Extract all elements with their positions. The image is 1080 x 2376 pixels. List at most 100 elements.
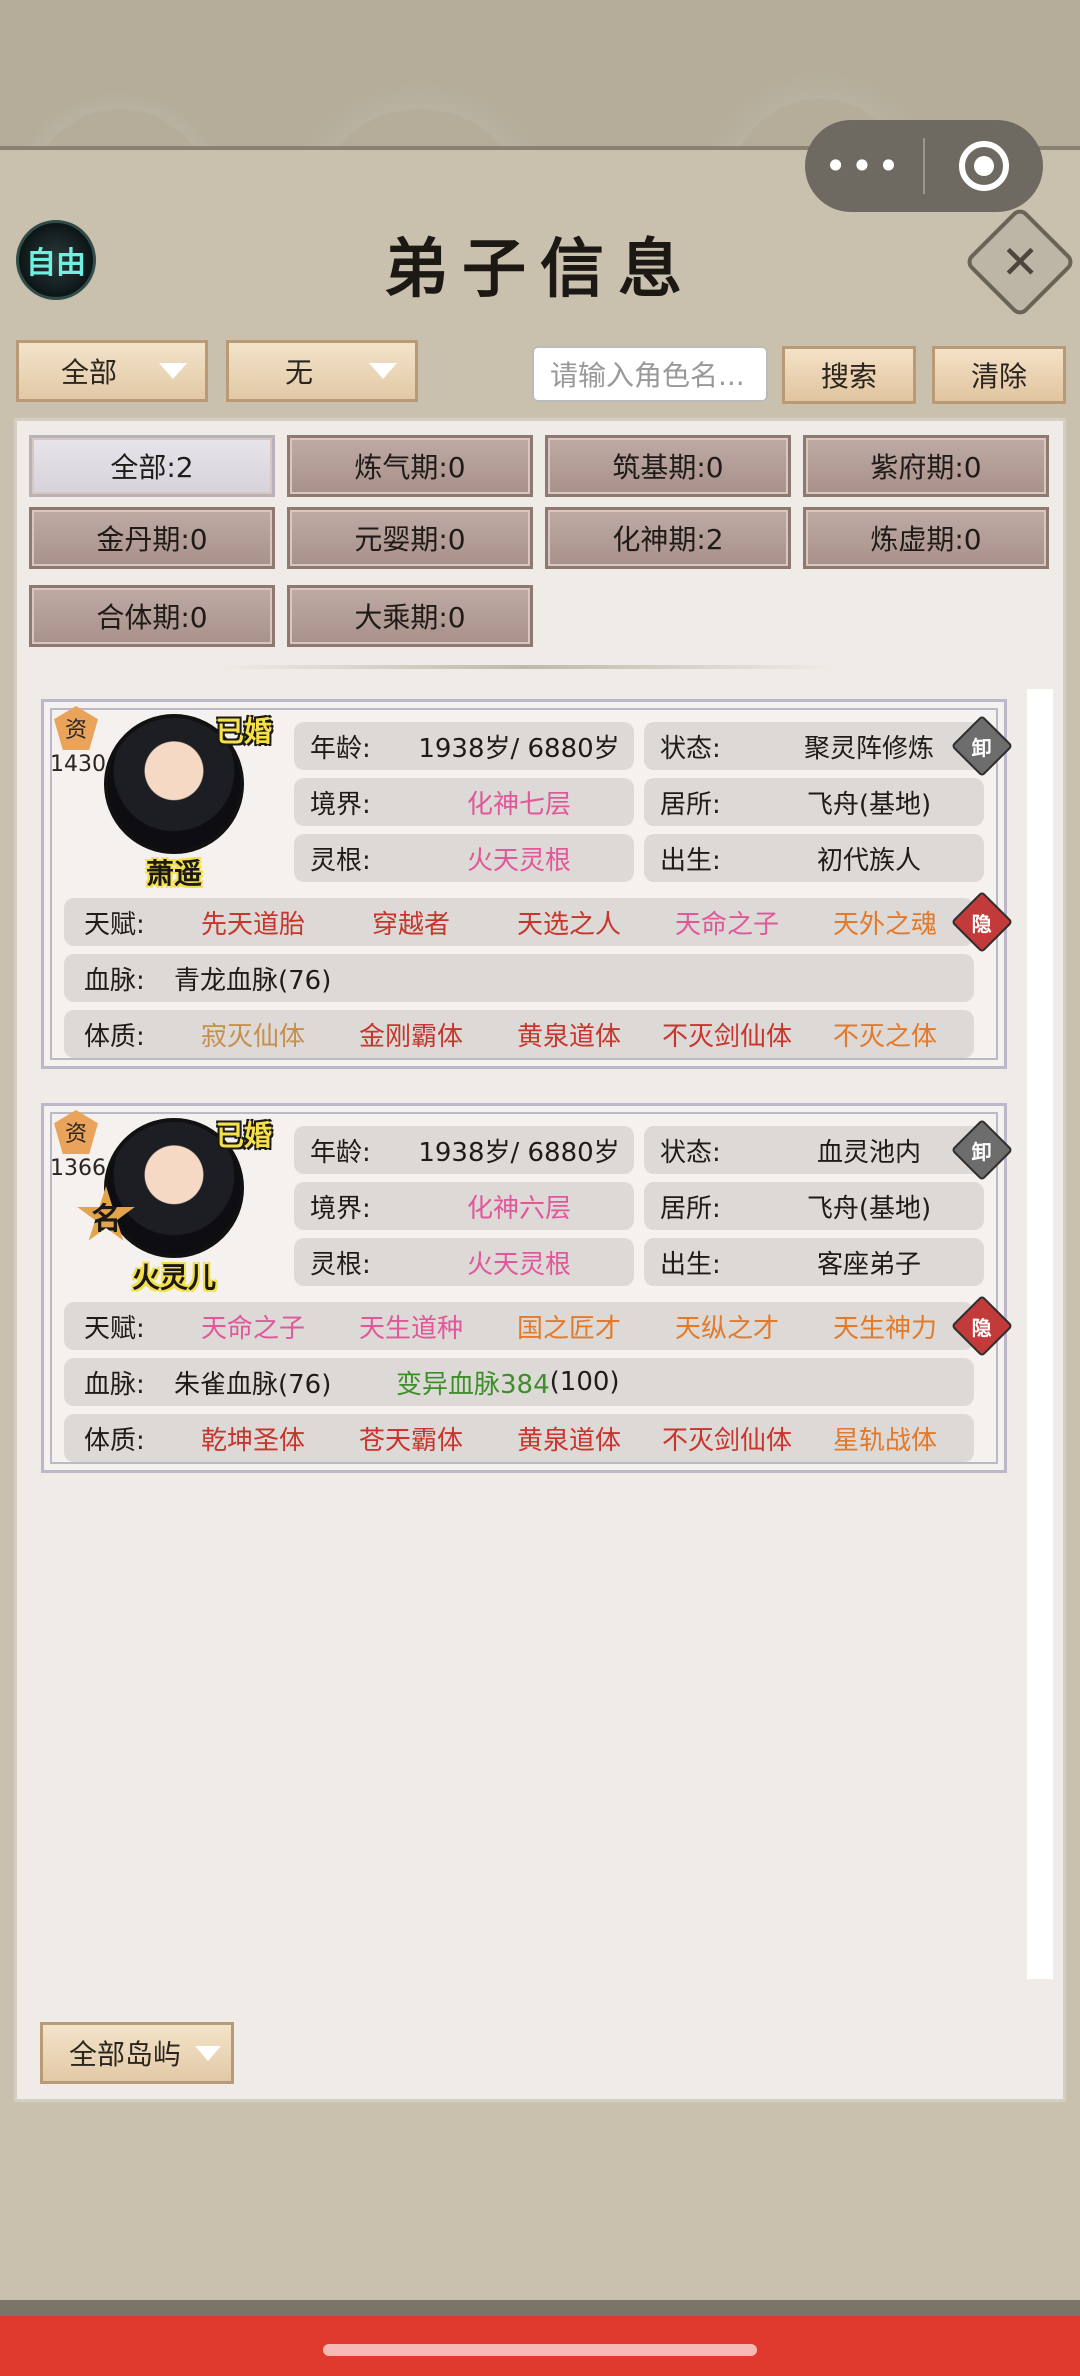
disciple-card[interactable]: 资 1366 名 已婚 火灵儿 年龄: 1938岁/ 6880岁 状态: 血灵池内 … bbox=[41, 1103, 1014, 1473]
chevron-down-icon bbox=[369, 363, 397, 379]
talent-item: 天生道种 bbox=[358, 1313, 463, 1344]
freedom-label: 自由 bbox=[26, 246, 86, 281]
home-indicator[interactable] bbox=[323, 2344, 757, 2356]
spirit-root-value: 火天灵根 bbox=[466, 1249, 571, 1280]
section-divider bbox=[217, 665, 837, 669]
page-title: 弟子信息 bbox=[384, 232, 696, 307]
physique-item: 不灭剑仙体 bbox=[661, 1021, 792, 1052]
realm-filter-all[interactable]: 全部:2 bbox=[29, 435, 275, 497]
disciple-name: 萧遥 bbox=[145, 857, 202, 890]
physique-row: 体质: 寂灭仙体 金刚霸体 黄泉道体 不灭剑仙体 不灭之体 bbox=[64, 1010, 974, 1058]
unload-icon: 卸 bbox=[972, 735, 992, 760]
realm-value: 化神六层 bbox=[466, 1193, 571, 1224]
realm-filter-mahayana[interactable]: 大乘期:0 bbox=[287, 585, 533, 647]
spirit-root-field: 灵根: 火天灵根 bbox=[294, 1238, 634, 1286]
realm-field: 境界: 化神六层 bbox=[294, 1182, 634, 1230]
physique-item: 不灭剑仙体 bbox=[661, 1425, 792, 1456]
age-field: 年龄: 1938岁/ 6880岁 bbox=[294, 1126, 634, 1174]
state-field: 状态: 血灵池内 bbox=[644, 1126, 984, 1174]
search-input[interactable]: 请输入角色名... bbox=[532, 346, 768, 402]
talent-item: 穿越者 bbox=[371, 909, 450, 940]
more-options-button[interactable]: ••• bbox=[805, 120, 923, 212]
mutant-bloodline-level: (100) bbox=[549, 1367, 620, 1397]
hide-icon: 隐 bbox=[972, 1315, 992, 1340]
residence-field: 居所: 飞舟(基地) bbox=[644, 778, 984, 826]
physique-item: 不灭之体 bbox=[832, 1021, 937, 1052]
talent-item: 天命之子 bbox=[200, 1313, 305, 1344]
age-value: 1938岁/ 6880岁 bbox=[418, 733, 620, 764]
category-dropdown-label: 全部 bbox=[60, 356, 117, 389]
unload-icon: 卸 bbox=[972, 1139, 992, 1164]
physique-item: 苍天霸体 bbox=[358, 1425, 463, 1456]
state-value: 聚灵阵修炼 bbox=[803, 733, 934, 764]
spirit-root-field: 灵根: 火天灵根 bbox=[294, 834, 634, 882]
realm-filter-body-integration[interactable]: 合体期:0 bbox=[29, 585, 275, 647]
mini-program-capsule: ••• bbox=[805, 120, 1043, 212]
aptitude-badge: 资 1366 bbox=[50, 1110, 106, 1200]
married-badge: 已婚 bbox=[216, 1119, 273, 1152]
search-button[interactable]: 搜索 bbox=[782, 346, 916, 404]
clear-button[interactable]: 清除 bbox=[932, 346, 1066, 404]
spirit-root-value: 火天灵根 bbox=[466, 845, 571, 876]
bloodline-value: 青龙血脉(76) bbox=[174, 965, 332, 996]
physique-item: 寂灭仙体 bbox=[200, 1021, 305, 1052]
realm-value: 化神七层 bbox=[466, 789, 571, 820]
physique-item: 星轨战体 bbox=[832, 1425, 937, 1456]
married-badge: 已婚 bbox=[216, 715, 273, 748]
realm-filter-foundation[interactable]: 筑基期:0 bbox=[545, 435, 791, 497]
island-filter-dropdown[interactable]: 全部岛屿 bbox=[40, 2022, 234, 2084]
physique-item: 黄泉道体 bbox=[516, 1425, 621, 1456]
chevron-down-icon bbox=[159, 363, 187, 379]
talent-item: 天外之魂 bbox=[832, 909, 937, 940]
residence-field: 居所: 飞舟(基地) bbox=[644, 1182, 984, 1230]
talent-row: 天赋: 先天道胎 穿越者 天选之人 天命之子 天外之魂 bbox=[64, 898, 974, 946]
exit-mini-program-button[interactable] bbox=[925, 120, 1043, 212]
disciple-name: 火灵儿 bbox=[131, 1261, 216, 1294]
talent-row: 天赋: 天命之子 天生道种 国之匠才 天纵之才 天生神力 bbox=[64, 1302, 974, 1350]
age-value: 1938岁/ 6880岁 bbox=[418, 1137, 620, 1168]
realm-filter-void-refining[interactable]: 炼虚期:0 bbox=[803, 507, 1049, 569]
talent-item: 天选之人 bbox=[516, 909, 621, 940]
close-icon: ✕ bbox=[1000, 234, 1040, 289]
physique-row: 体质: 乾坤圣体 苍天霸体 黄泉道体 不灭剑仙体 星轨战体 bbox=[64, 1414, 974, 1462]
island-filter-label: 全部岛屿 bbox=[69, 2038, 182, 2071]
realm-field: 境界: 化神七层 bbox=[294, 778, 634, 826]
realm-filter-purple-mansion[interactable]: 紫府期:0 bbox=[803, 435, 1049, 497]
residence-value: 飞舟(基地) bbox=[806, 789, 932, 820]
freedom-button[interactable]: 自由 bbox=[16, 220, 96, 300]
physique-item: 乾坤圣体 bbox=[200, 1425, 305, 1456]
state-value: 血灵池内 bbox=[816, 1137, 921, 1168]
close-button[interactable]: ✕ bbox=[963, 205, 1077, 319]
state-field: 状态: 聚灵阵修炼 bbox=[644, 722, 984, 770]
secondary-dropdown[interactable]: 无 bbox=[226, 340, 418, 402]
realm-filter-golden-core[interactable]: 金丹期:0 bbox=[29, 507, 275, 569]
birth-value: 客座弟子 bbox=[816, 1249, 921, 1280]
secondary-dropdown-label: 无 bbox=[284, 356, 313, 389]
aptitude-flag-icon: 资 bbox=[54, 1110, 98, 1154]
bloodline-value: 朱雀血脉(76) bbox=[174, 1369, 332, 1400]
age-field: 年龄: 1938岁/ 6880岁 bbox=[294, 722, 634, 770]
aptitude-badge: 资 1430 bbox=[50, 706, 106, 796]
category-dropdown[interactable]: 全部 bbox=[16, 340, 208, 402]
talent-item: 先天道胎 bbox=[200, 909, 305, 940]
realm-filter-qi-refining[interactable]: 炼气期:0 bbox=[287, 435, 533, 497]
realm-filter-spirit-severing[interactable]: 化神期:2 bbox=[545, 507, 791, 569]
bloodline-row: 血脉: 朱雀血脉(76) 变异血脉384 (100) bbox=[64, 1358, 974, 1406]
list-scrollbar[interactable] bbox=[1027, 689, 1053, 1979]
birth-field: 出生: 初代族人 bbox=[644, 834, 984, 882]
physique-item: 黄泉道体 bbox=[516, 1021, 621, 1052]
footer-border bbox=[0, 2300, 1080, 2316]
birth-field: 出生: 客座弟子 bbox=[644, 1238, 984, 1286]
hide-icon: 隐 bbox=[972, 911, 992, 936]
talent-item: 国之匠才 bbox=[516, 1313, 621, 1344]
aptitude-value: 1430 bbox=[50, 752, 106, 777]
talent-item: 天生神力 bbox=[832, 1313, 937, 1344]
record-icon bbox=[959, 141, 1009, 191]
residence-value: 飞舟(基地) bbox=[806, 1193, 932, 1224]
physique-item: 金刚霸体 bbox=[358, 1021, 463, 1052]
chevron-down-icon bbox=[195, 2045, 222, 2061]
realm-filter-nascent-soul[interactable]: 元婴期:0 bbox=[287, 507, 533, 569]
more-icon: ••• bbox=[824, 144, 904, 188]
disciple-card[interactable]: 资 1430 已婚 萧遥 年龄: 1938岁/ 6880岁 状态: 聚灵阵修炼 卸 … bbox=[41, 699, 1014, 1069]
bloodline-row: 血脉: 青龙血脉(76) bbox=[64, 954, 974, 1002]
